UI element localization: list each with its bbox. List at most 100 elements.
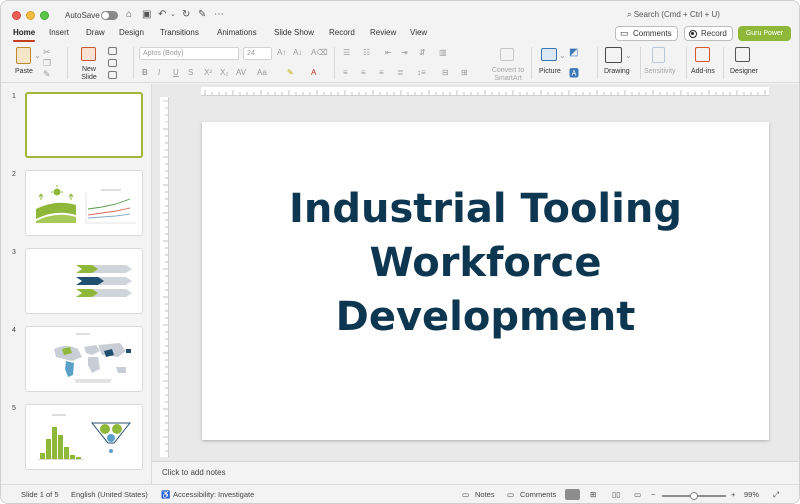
tab-view[interactable]: View — [410, 28, 427, 37]
zoom-out-icon[interactable]: − — [651, 490, 655, 499]
cut-icon[interactable]: ✂ — [43, 47, 51, 58]
bullets-icon[interactable]: ☰ — [343, 48, 350, 57]
smartart-small-icon[interactable]: ⊞ — [461, 68, 468, 77]
smartart-icon[interactable] — [500, 48, 514, 61]
more-commands-icon[interactable]: ⋯ — [214, 9, 224, 21]
addins-icon[interactable] — [695, 47, 710, 62]
align-right-icon[interactable]: ≡ — [379, 68, 384, 77]
zoom-in-icon[interactable]: + — [731, 490, 735, 499]
drawing-dropdown-icon[interactable]: ⌄ — [625, 51, 632, 60]
sensitivity-label: Sensitivity — [644, 68, 676, 75]
minimize-window-button[interactable] — [26, 11, 35, 20]
underline-icon[interactable]: U — [173, 68, 179, 77]
decrease-indent-icon[interactable]: ⇤ — [385, 48, 392, 57]
slide-thumbnail-1[interactable] — [25, 92, 143, 158]
numbering-icon[interactable]: ☷ — [363, 48, 370, 57]
tab-review[interactable]: Review — [370, 28, 396, 37]
font-color-icon[interactable]: A — [311, 68, 316, 77]
format-painter-icon[interactable]: ✎ — [198, 9, 206, 21]
tab-slide-show[interactable]: Slide Show — [274, 28, 314, 37]
zoom-slider-knob[interactable] — [690, 492, 698, 500]
increase-font-icon[interactable]: A↑ — [277, 48, 286, 57]
undo-icon[interactable]: ↶ — [158, 9, 166, 21]
clear-format-icon[interactable]: A⌫ — [311, 48, 328, 57]
columns-icon[interactable]: ▥ — [439, 48, 447, 57]
picture-dropdown-icon[interactable]: ⌄ — [559, 51, 566, 60]
vertical-ruler[interactable] — [160, 97, 169, 457]
decrease-font-icon[interactable]: A↓ — [293, 48, 302, 57]
align-center-icon[interactable]: ≡ — [361, 68, 366, 77]
comments-toggle[interactable]: Comments — [520, 490, 556, 499]
align-text-icon[interactable]: ⊟ — [442, 68, 449, 77]
subscript-icon[interactable]: X₂ — [220, 68, 228, 77]
guru-power-button[interactable]: Guru Power — [738, 26, 791, 41]
section-icon[interactable] — [108, 71, 117, 79]
tab-insert[interactable]: Insert — [49, 28, 69, 37]
tab-record[interactable]: Record — [329, 28, 355, 37]
strikethrough-icon[interactable]: S — [188, 68, 193, 77]
undo-dropdown-icon[interactable]: ⌄ — [170, 9, 176, 21]
justify-icon[interactable]: ≣ — [397, 68, 404, 77]
tab-draw[interactable]: Draw — [86, 28, 105, 37]
char-spacing-icon[interactable]: AV — [236, 68, 246, 77]
normal-view-icon[interactable] — [565, 489, 580, 500]
zoom-level[interactable]: 99% — [744, 490, 759, 499]
autosave-toggle[interactable] — [101, 11, 118, 20]
align-left-icon[interactable]: ≡ — [343, 68, 348, 77]
reading-view-icon[interactable]: ▯▯ — [612, 490, 620, 499]
current-slide[interactable]: Industrial Tooling Workforce Development — [202, 122, 769, 440]
highlight-icon[interactable]: ✎ — [287, 68, 294, 77]
increase-indent-icon[interactable]: ⇥ — [401, 48, 408, 57]
italic-icon[interactable]: I — [158, 68, 160, 77]
format-brush-icon[interactable]: ✎ — [43, 69, 51, 80]
zoom-slider[interactable] — [662, 492, 726, 500]
slide-sorter-icon[interactable]: ⊞ — [590, 490, 596, 499]
copy-icon[interactable]: ❐ — [43, 58, 51, 69]
accessibility-status[interactable]: Accessibility: Investigate — [173, 490, 254, 499]
paste-icon[interactable] — [16, 47, 31, 64]
layout-icon[interactable] — [108, 47, 117, 55]
tab-transitions[interactable]: Transitions — [160, 28, 199, 37]
paste-dropdown-icon[interactable]: ⌄ — [34, 51, 41, 60]
designer-icon[interactable] — [735, 47, 750, 62]
text-direction-icon[interactable]: ⇵ — [419, 48, 426, 57]
slide-thumbnail-3[interactable] — [25, 248, 143, 314]
line-spacing-icon[interactable]: ↕≡ — [417, 68, 426, 77]
home-icon[interactable]: ⌂ — [126, 9, 132, 21]
slideshow-view-icon[interactable]: ▭ — [634, 490, 641, 499]
tab-animations[interactable]: Animations — [217, 28, 257, 37]
picture-icon[interactable] — [541, 48, 557, 61]
new-slide-icon[interactable] — [81, 47, 96, 61]
horizontal-ruler[interactable] — [201, 87, 769, 96]
bold-icon[interactable]: B — [142, 68, 148, 77]
shapes-icon[interactable]: ◩ — [569, 47, 578, 58]
language-status[interactable]: English (United States) — [71, 490, 148, 499]
slide-thumbnail-5[interactable] — [25, 404, 143, 470]
fit-slide-icon[interactable]: ⤢ — [773, 490, 779, 500]
zoom-window-button[interactable] — [40, 11, 49, 20]
slide-thumbnail-2[interactable] — [25, 170, 143, 236]
notes-toggle[interactable]: Notes — [475, 490, 495, 499]
record-button[interactable]: Record — [684, 26, 733, 41]
search-box[interactable]: ⌕ Search (Cmd + Ctrl + U) — [627, 10, 720, 20]
save-icon[interactable]: ▣ — [142, 9, 151, 21]
slide-thumbnail-4[interactable] — [25, 326, 143, 392]
sensitivity-icon[interactable] — [652, 47, 665, 63]
tab-home[interactable]: Home — [13, 28, 36, 42]
textbox-icon[interactable]: 🅰 — [569, 65, 579, 80]
addins-label: Add-ins — [691, 68, 715, 75]
new-slide-label: New Slide — [81, 66, 97, 81]
font-size-select[interactable]: 24 — [243, 47, 272, 60]
close-window-button[interactable] — [12, 11, 21, 20]
drawing-icon[interactable] — [605, 47, 622, 63]
change-case-icon[interactable]: Aa — [257, 68, 267, 77]
accessibility-icon: ♿ — [161, 490, 171, 499]
notes-pane[interactable]: Click to add notes — [152, 461, 799, 484]
comments-button[interactable]: ▭ Comments — [615, 26, 678, 41]
redo-icon[interactable]: ↻ — [182, 9, 190, 21]
font-name-select[interactable]: Aptos (Body) — [139, 47, 239, 60]
reset-icon[interactable] — [108, 59, 117, 67]
slide-title[interactable]: Industrial Tooling Workforce Development — [202, 182, 769, 344]
tab-design[interactable]: Design — [119, 28, 144, 37]
superscript-icon[interactable]: X² — [204, 68, 212, 77]
